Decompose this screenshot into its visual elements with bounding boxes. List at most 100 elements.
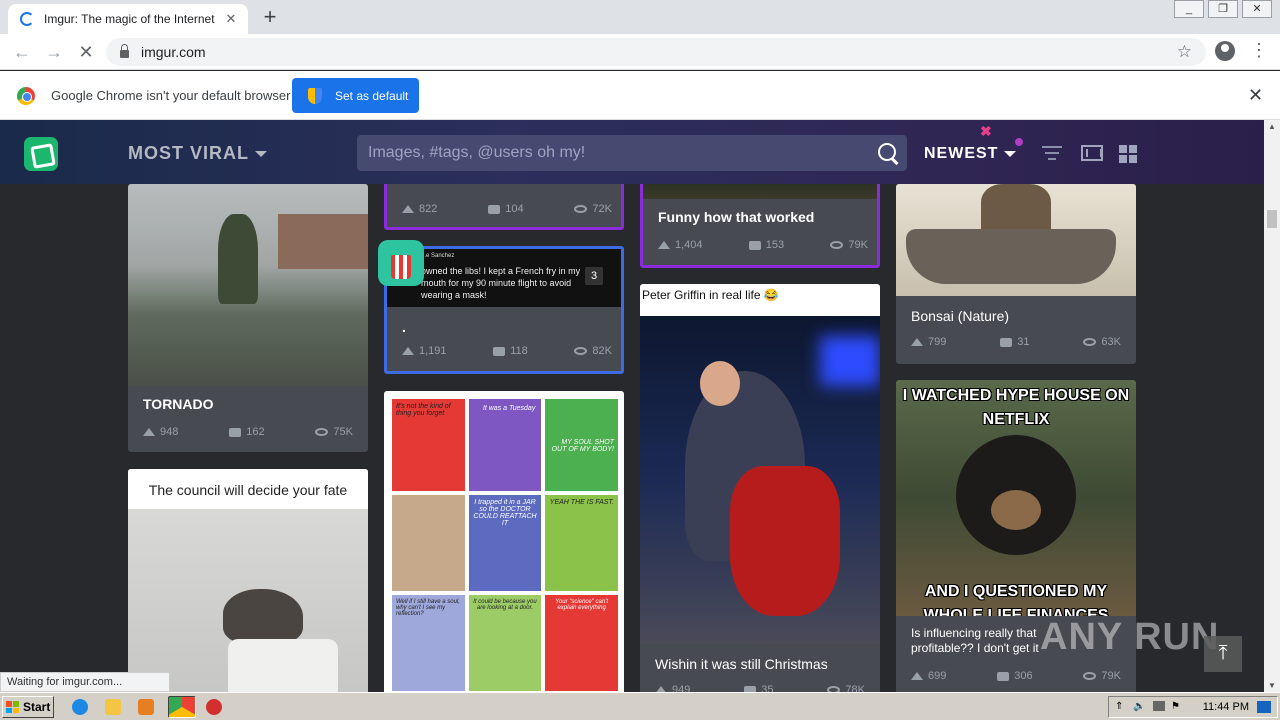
comment-icon — [229, 427, 242, 437]
comment-count: 118 — [510, 345, 528, 357]
post-stats: 799 31 63K — [911, 336, 1121, 348]
scroll-up-arrow-icon[interactable]: ▲ — [1268, 122, 1276, 131]
infobar-message: Google Chrome isn't your default browser — [51, 88, 291, 103]
sort-label: NEWEST — [924, 145, 999, 162]
infobar-close-icon[interactable]: ✕ — [1248, 85, 1263, 106]
search-bar[interactable] — [357, 135, 907, 171]
imgur-logo-icon[interactable] — [24, 137, 58, 171]
search-input[interactable] — [368, 144, 877, 162]
new-tab-button[interactable]: + — [258, 5, 282, 29]
network-icon[interactable] — [1153, 701, 1165, 711]
volume-icon[interactable]: 🔈 — [1133, 701, 1145, 713]
windows-taskbar: Start ⇑ 🔈 ⚑ 11:44 PM — [0, 692, 1280, 720]
upvote-count: 822 — [419, 203, 438, 215]
eye-icon — [574, 205, 588, 213]
view-count: 78K — [845, 684, 865, 692]
comment-count: 153 — [765, 239, 785, 251]
post-card-tornado[interactable]: TORNADO 948 162 75K — [128, 184, 368, 452]
upvote-stat[interactable]: 799 — [911, 336, 946, 348]
ie-icon[interactable] — [72, 699, 88, 715]
post-card-peter[interactable]: Peter Griffin in real life 😂 Wishin it w… — [640, 284, 880, 692]
upvote-stat[interactable]: 1,404 — [658, 239, 703, 251]
bonsai-pot-shape — [906, 229, 1116, 284]
comic-panel-3: MY SOUL SHOT OUT OF MY BODY! — [545, 399, 618, 491]
tray-arrow-icon[interactable]: ⇑ — [1115, 701, 1127, 713]
forward-arrow-icon[interactable]: → — [42, 40, 66, 64]
view-stat: 78K — [827, 684, 865, 692]
layout-view-icon[interactable] — [1081, 145, 1103, 161]
view-stat: 72K — [574, 203, 612, 215]
set-default-button[interactable]: Set as default — [292, 78, 419, 113]
section-label: MOST VIRAL — [128, 143, 249, 163]
comment-stat: 104 — [488, 203, 524, 215]
close-window-button[interactable]: ✕ — [1242, 0, 1272, 18]
scroll-thumb[interactable] — [1267, 210, 1277, 228]
filter-icon[interactable] — [1042, 146, 1062, 160]
loading-spinner-icon — [20, 12, 34, 26]
comment-stat: 153 — [748, 239, 785, 251]
upvote-count: 949 — [672, 684, 691, 692]
post-card-bonsai[interactable]: Bonsai (Nature) 799 31 63K — [896, 184, 1136, 364]
search-icon[interactable] — [877, 142, 899, 164]
media-player-icon[interactable] — [138, 699, 154, 715]
back-arrow-icon[interactable]: ← — [10, 40, 34, 64]
shield-icon — [308, 87, 322, 104]
chrome-logo-icon — [17, 87, 35, 105]
show-desktop-icon[interactable] — [1257, 701, 1271, 713]
post-card-council[interactable]: The council will decide your fate — [128, 469, 368, 692]
scroll-to-top-button[interactable]: ⤒ — [1204, 636, 1242, 672]
opera-icon[interactable] — [206, 699, 222, 715]
folder-icon[interactable] — [105, 699, 121, 715]
upvote-stat[interactable]: 948 — [143, 426, 178, 438]
upvote-count: 699 — [928, 670, 947, 682]
chevron-down-icon — [1004, 150, 1017, 157]
face-shape — [700, 361, 740, 406]
upvote-stat[interactable]: 699 — [911, 670, 946, 682]
comment-count: 104 — [505, 203, 524, 215]
scroll-down-arrow-icon[interactable]: ▼ — [1268, 681, 1276, 690]
minimize-button[interactable]: _ — [1174, 0, 1204, 18]
default-browser-infobar: Google Chrome isn't your default browser… — [0, 71, 1280, 120]
browser-status-bar: Waiting for imgur.com... — [0, 672, 170, 692]
popcorn-badge-icon — [378, 240, 424, 286]
upvote-stat[interactable]: 822 — [402, 203, 437, 215]
meme-top-text: I WATCHED HYPE HOUSE ON NETFLIX — [902, 387, 1130, 428]
upvote-stat[interactable]: 1,191 — [402, 345, 447, 357]
comic-panel-5: YEAH THE IS FAST. — [545, 495, 618, 591]
chrome-menu-icon[interactable]: ⋮ — [1250, 40, 1268, 60]
bookmark-star-icon[interactable]: ☆ — [1177, 42, 1192, 62]
post-stats: 822 104 72K — [402, 203, 612, 215]
page-scrollbar[interactable]: ▲ ▼ — [1264, 120, 1280, 692]
post-caption: The council will decide your fate — [128, 469, 368, 509]
post-title: . — [402, 319, 406, 335]
grid-view-icon[interactable] — [1119, 145, 1137, 163]
view-count: 79K — [1101, 670, 1121, 682]
address-bar[interactable]: imgur.com ☆ — [106, 38, 1206, 66]
comic-panel-8: Your "science" can't explain everything — [545, 595, 618, 691]
section-dropdown[interactable]: MOST VIRAL — [128, 143, 267, 164]
windows-logo-icon — [6, 701, 20, 713]
upvote-icon — [402, 205, 414, 213]
view-stat: 82K — [574, 345, 612, 357]
tab-close-icon[interactable]: ✕ — [222, 11, 240, 27]
start-button[interactable]: Start — [2, 696, 54, 718]
system-tray: ⇑ 🔈 ⚑ 11:44 PM — [1108, 696, 1278, 718]
sort-dropdown[interactable]: NEWEST — [924, 145, 1017, 163]
post-card-comic[interactable]: It's not the kind of thing you forget It… — [384, 391, 624, 692]
chrome-taskbar-icon[interactable] — [168, 696, 196, 718]
comic-panel-7: It could be because you are looking at a… — [468, 595, 542, 691]
flag-icon[interactable]: ⚑ — [1171, 701, 1183, 713]
comic-panel-4: I trapped it in a JAR so the DOCTOR COUL… — [468, 495, 542, 591]
stop-icon[interactable]: ✕ — [74, 40, 98, 64]
upvote-stat[interactable]: 949 — [655, 684, 690, 692]
imgur-page: MOST VIRAL ✖ NEWEST TORNADO 948 162 75K … — [0, 120, 1264, 692]
browser-tab[interactable]: Imgur: The magic of the Internet ✕ — [8, 4, 248, 34]
post-title: Funny how that worked — [658, 209, 815, 225]
restore-button[interactable]: ❐ — [1208, 0, 1238, 18]
profile-avatar-icon[interactable] — [1215, 41, 1235, 61]
imgur-header: MOST VIRAL ✖ NEWEST — [0, 120, 1264, 184]
tab-title: Imgur: The magic of the Internet — [44, 12, 215, 26]
toilet-shape — [228, 639, 338, 692]
upvote-icon — [911, 338, 923, 346]
blue-light — [820, 336, 880, 386]
